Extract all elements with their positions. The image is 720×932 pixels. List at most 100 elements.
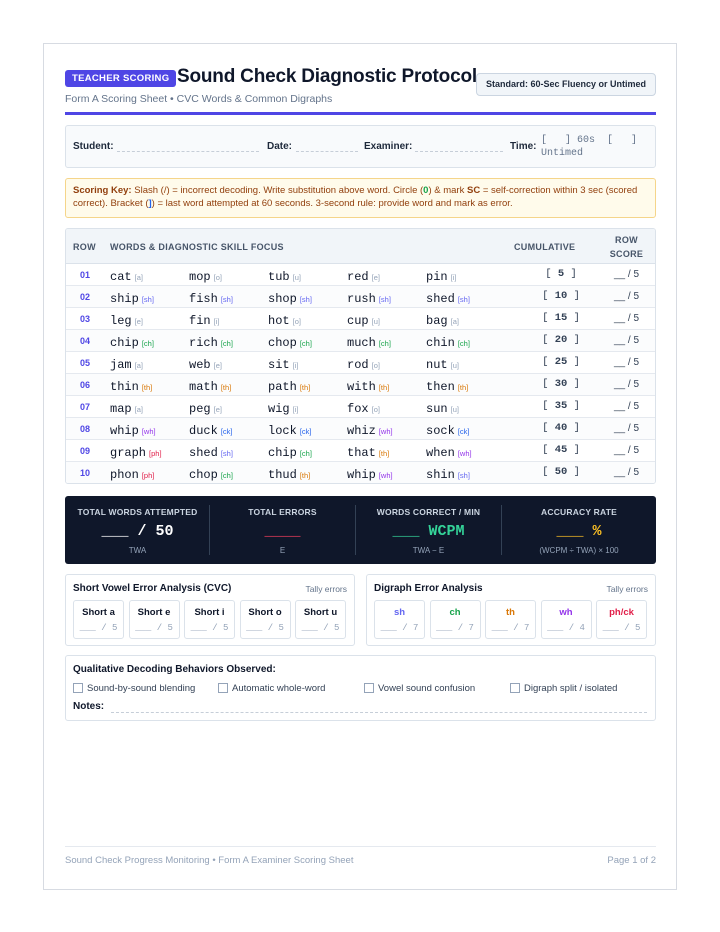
checkbox-icon[interactable]: [218, 683, 228, 693]
tally-value[interactable]: ___ / 5: [185, 623, 234, 633]
word-item[interactable]: chip [ch]: [268, 443, 312, 461]
tally-value[interactable]: ___ / 5: [130, 623, 179, 633]
error-tally-cell[interactable]: Short o ___ / 5: [239, 600, 291, 639]
checkbox-whole-word[interactable]: Automatic whole-word: [218, 683, 325, 694]
tally-value[interactable]: ___ / 7: [486, 623, 535, 633]
row-score[interactable]: __ / 5: [596, 291, 655, 302]
row-score[interactable]: __ / 5: [596, 269, 655, 280]
checkbox-icon[interactable]: [364, 683, 374, 693]
word-item[interactable]: chop [ch]: [189, 465, 233, 483]
word-item[interactable]: thin [th]: [110, 377, 152, 395]
tally-value[interactable]: ___ / 5: [296, 623, 345, 633]
word-text: shin: [426, 468, 455, 482]
tally-value[interactable]: ___ / 7: [431, 623, 480, 633]
row-score[interactable]: __ / 5: [596, 467, 655, 478]
wcpm-value[interactable]: ___ WCPM: [356, 523, 501, 541]
word-item[interactable]: bag [a]: [426, 311, 459, 329]
word-item[interactable]: sit [i]: [268, 355, 298, 373]
tally-value[interactable]: ___ / 7: [375, 623, 424, 633]
error-tally-cell[interactable]: Short a ___ / 5: [73, 600, 124, 639]
word-item[interactable]: lock [ck]: [268, 421, 311, 439]
word-item[interactable]: map [a]: [110, 399, 143, 417]
word-item[interactable]: that [th]: [347, 443, 389, 461]
tally-value[interactable]: ___ / 5: [597, 623, 646, 633]
word-item[interactable]: mop [o]: [189, 267, 222, 285]
word-item[interactable]: whiz [wh]: [347, 421, 393, 439]
word-item[interactable]: path [th]: [268, 377, 310, 395]
word-item[interactable]: rich [ch]: [189, 333, 233, 351]
word-item[interactable]: shin [sh]: [426, 465, 470, 483]
word-item[interactable]: phon [ph]: [110, 465, 154, 483]
examiner-field[interactable]: [415, 151, 503, 152]
notes-field[interactable]: [111, 712, 647, 713]
word-item[interactable]: with [th]: [347, 377, 389, 395]
errors-value[interactable]: ____: [210, 523, 355, 541]
word-item[interactable]: red [e]: [347, 267, 380, 285]
word-item[interactable]: sock [ck]: [426, 421, 469, 439]
word-item[interactable]: shed [sh]: [426, 289, 470, 307]
checkbox-digraph-split[interactable]: Digraph split / isolated: [510, 683, 617, 694]
word-item[interactable]: whip [wh]: [110, 421, 156, 439]
checkbox-blending[interactable]: Sound-by-sound blending: [73, 683, 195, 694]
row-score[interactable]: __ / 5: [596, 423, 655, 434]
error-tally-cell[interactable]: ph/ck ___ / 5: [596, 600, 647, 639]
word-item[interactable]: pin [i]: [426, 267, 456, 285]
tally-value[interactable]: ___ / 4: [542, 623, 591, 633]
word-item[interactable]: rush [sh]: [347, 289, 391, 307]
word-item[interactable]: nut [u]: [426, 355, 459, 373]
word-item[interactable]: ship [sh]: [110, 289, 154, 307]
word-item[interactable]: leg [e]: [110, 311, 143, 329]
error-tally-cell[interactable]: Short e ___ / 5: [128, 600, 180, 639]
word-item[interactable]: peg [e]: [189, 399, 222, 417]
word-item[interactable]: hot [o]: [268, 311, 301, 329]
error-tally-cell[interactable]: Short u ___ / 5: [295, 600, 346, 639]
word-item[interactable]: whip [wh]: [347, 465, 393, 483]
row-score[interactable]: __ / 5: [596, 401, 655, 412]
word-item[interactable]: shop [sh]: [268, 289, 312, 307]
word-item[interactable]: math [th]: [189, 377, 231, 395]
word-item[interactable]: rod [o]: [347, 355, 380, 373]
word-item[interactable]: wig [i]: [268, 399, 298, 417]
time-option-60s[interactable]: [ ] 60s [ ]: [541, 134, 637, 147]
word-item[interactable]: fish [sh]: [189, 289, 233, 307]
row-score[interactable]: __ / 5: [596, 379, 655, 390]
accuracy-value[interactable]: ___ %: [502, 523, 656, 541]
checkbox-icon[interactable]: [73, 683, 83, 693]
word-item[interactable]: chin [ch]: [426, 333, 470, 351]
checkbox-vowel-confusion[interactable]: Vowel sound confusion: [364, 683, 475, 694]
word-item[interactable]: tub [u]: [268, 267, 301, 285]
word-item[interactable]: cat [a]: [110, 267, 143, 285]
word-item[interactable]: graph [ph]: [110, 443, 162, 461]
word-item[interactable]: sun [u]: [426, 399, 459, 417]
row-score[interactable]: __ / 5: [596, 357, 655, 368]
word-item[interactable]: shed [sh]: [189, 443, 233, 461]
student-field[interactable]: [117, 151, 259, 152]
time-option-untimed[interactable]: Untimed: [541, 147, 637, 160]
tally-value[interactable]: ___ / 5: [241, 623, 290, 633]
word-item[interactable]: web [e]: [189, 355, 222, 373]
word-item[interactable]: fin [i]: [189, 311, 219, 329]
word-item[interactable]: chip [ch]: [110, 333, 154, 351]
word-item[interactable]: when [wh]: [426, 443, 472, 461]
error-tally-cell[interactable]: Short i ___ / 5: [184, 600, 235, 639]
error-tally-cell[interactable]: ch ___ / 7: [429, 600, 481, 639]
word-item[interactable]: jam [a]: [110, 355, 143, 373]
word-item[interactable]: thud [th]: [268, 465, 310, 483]
word-item[interactable]: duck [ck]: [189, 421, 232, 439]
word-item[interactable]: chop [ch]: [268, 333, 312, 351]
error-tally-cell[interactable]: th ___ / 7: [485, 600, 536, 639]
error-tally-cell[interactable]: sh ___ / 7: [374, 600, 425, 639]
time-options[interactable]: [ ] 60s [ ] Untimed: [541, 134, 637, 160]
error-tally-cell[interactable]: wh ___ / 4: [540, 600, 592, 639]
tally-value[interactable]: ___ / 5: [74, 623, 123, 633]
word-item[interactable]: cup [u]: [347, 311, 380, 329]
checkbox-icon[interactable]: [510, 683, 520, 693]
word-item[interactable]: fox [o]: [347, 399, 380, 417]
twa-value[interactable]: ___ / 50: [65, 523, 210, 541]
word-item[interactable]: much [ch]: [347, 333, 391, 351]
word-item[interactable]: then [th]: [426, 377, 468, 395]
row-score[interactable]: __ / 5: [596, 313, 655, 324]
row-score[interactable]: __ / 5: [596, 445, 655, 456]
date-field[interactable]: [296, 151, 358, 152]
row-score[interactable]: __ / 5: [596, 335, 655, 346]
